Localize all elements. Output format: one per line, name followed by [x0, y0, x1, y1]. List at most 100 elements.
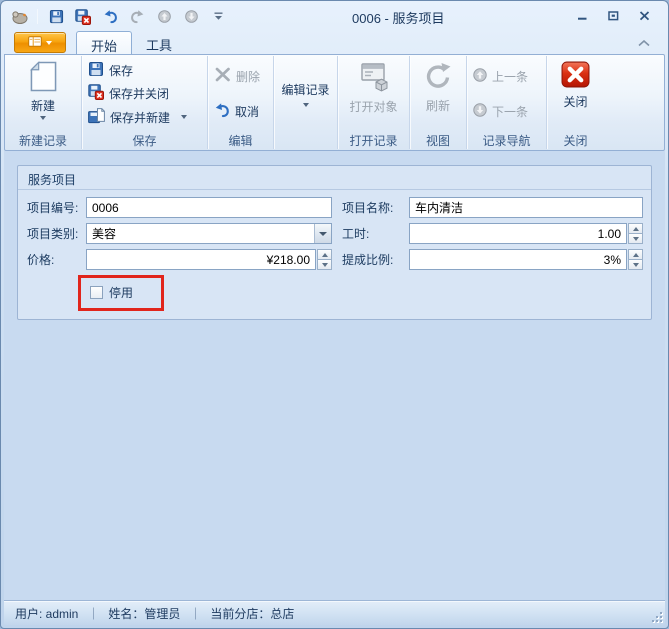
chevron-down-icon — [46, 41, 52, 45]
status-separator: ｜ — [87, 605, 99, 622]
cancel-button[interactable]: 取消 — [209, 101, 272, 122]
toolbar-separator — [37, 9, 38, 24]
status-user: 用户: admin — [15, 605, 78, 622]
service-item-panel: 服务项目 项目编号: 项目名称: 项目类别: — [17, 165, 652, 320]
commission-spinner — [628, 249, 643, 270]
edit-record-button-label: 编辑记录 — [281, 81, 329, 98]
form-area: 服务项目 项目编号: 项目名称: 项目类别: — [4, 151, 665, 600]
redo-icon[interactable] — [128, 8, 146, 26]
ribbon-group-close: 关闭 关闭 — [547, 56, 604, 149]
ribbon: 新建 新建记录 保存 — [4, 54, 665, 151]
hours-label: 工时: — [342, 225, 409, 242]
new-page-icon — [30, 61, 57, 95]
save-button[interactable]: 保存 — [83, 60, 206, 81]
new-button-label: 新建 — [31, 97, 55, 114]
up-circle-icon — [473, 68, 487, 85]
chevron-down-icon — [319, 232, 327, 236]
group-label-view: 视图 — [411, 131, 465, 149]
app-window: 0006 - 服务项目 开始 工具 — [0, 0, 669, 629]
chevron-up-icon — [638, 40, 650, 47]
chevron-down-icon — [40, 116, 46, 120]
next-record-icon[interactable] — [182, 8, 200, 26]
panel-title: 服务项目 — [18, 166, 651, 190]
previous-record-button[interactable]: 上一条 — [468, 67, 545, 86]
close-red-icon — [561, 61, 590, 91]
form-row: 项目类别: 工时: — [26, 223, 643, 244]
save-new-button-label: 保存并新建 — [110, 109, 170, 126]
open-object-button[interactable]: 打开对象 — [339, 57, 408, 131]
close-button[interactable] — [636, 8, 653, 23]
refresh-button[interactable]: 刷新 — [411, 57, 465, 131]
chevron-down-icon — [303, 103, 309, 107]
prev-record-icon[interactable] — [155, 8, 173, 26]
category-input[interactable] — [86, 223, 332, 244]
save-close-icon — [88, 84, 104, 103]
category-combo — [86, 223, 332, 244]
delete-icon — [214, 67, 231, 85]
resize-grip[interactable] — [650, 610, 662, 622]
annotation-highlight: 停用 — [78, 275, 164, 311]
spin-down-button[interactable] — [628, 260, 643, 270]
app-menu-button[interactable] — [14, 32, 66, 53]
save-close-button-label: 保存并关闭 — [109, 85, 169, 102]
tab-home[interactable]: 开始 — [76, 31, 132, 54]
save-button-label: 保存 — [109, 62, 133, 79]
spin-down-button[interactable] — [628, 234, 643, 244]
price-input[interactable] — [86, 249, 316, 270]
hours-input[interactable] — [409, 223, 627, 244]
hours-spinner — [628, 223, 643, 244]
category-dropdown-button[interactable] — [314, 224, 331, 243]
price-label: 价格: — [26, 251, 86, 268]
ribbon-group-view: 刷新 视图 — [410, 56, 467, 149]
chevron-down-icon — [181, 115, 187, 119]
open-object-icon — [357, 61, 391, 96]
new-button[interactable]: 新建 — [6, 57, 80, 131]
group-label-close: 关闭 — [548, 131, 603, 149]
group-label-edit: 编辑 — [209, 131, 272, 149]
spin-up-button[interactable] — [317, 249, 332, 260]
code-input[interactable] — [86, 197, 332, 218]
save-icon — [88, 61, 104, 80]
edit-record-button[interactable]: 编辑记录 — [275, 57, 336, 131]
save-close-icon[interactable] — [74, 8, 92, 26]
name-input[interactable] — [409, 197, 643, 218]
spin-up-button[interactable] — [628, 223, 643, 234]
minimize-button[interactable] — [574, 8, 591, 23]
previous-record-label: 上一条 — [492, 68, 528, 85]
close-form-button-label: 关闭 — [563, 93, 587, 110]
open-object-button-label: 打开对象 — [349, 98, 397, 115]
inactive-row: 停用 — [78, 275, 643, 311]
commission-input[interactable] — [409, 249, 627, 270]
status-branch: 当前分店：总店 — [210, 605, 294, 622]
undo-icon[interactable] — [101, 8, 119, 26]
quick-access-toolbar — [10, 8, 227, 26]
qat-customize-icon[interactable] — [209, 8, 227, 26]
tab-tools[interactable]: 工具 — [132, 31, 186, 54]
price-spinner — [317, 249, 332, 270]
inactive-checkbox-label: 停用 — [109, 284, 133, 301]
inactive-checkbox[interactable] — [90, 286, 103, 299]
close-form-button[interactable]: 关闭 — [548, 57, 603, 131]
title-bar: 0006 - 服务项目 — [4, 1, 665, 30]
code-label: 项目编号: — [26, 199, 86, 216]
ribbon-group-open-record: 打开对象 打开记录 — [338, 56, 410, 149]
delete-button-label: 删除 — [236, 68, 260, 85]
status-name: 姓名：管理员 — [108, 605, 180, 622]
down-circle-icon — [473, 103, 487, 120]
undo-icon — [214, 102, 230, 121]
save-icon[interactable] — [47, 8, 65, 26]
next-record-button[interactable]: 下一条 — [468, 102, 545, 121]
app-logo-icon — [10, 8, 28, 26]
cancel-button-label: 取消 — [235, 103, 259, 120]
delete-button[interactable]: 删除 — [209, 66, 272, 86]
spin-up-button[interactable] — [628, 249, 643, 260]
collapse-ribbon-button[interactable] — [637, 37, 651, 49]
save-new-button[interactable]: 保存并新建 — [83, 107, 206, 128]
restore-button[interactable] — [605, 8, 622, 23]
form-row: 价格: 提成比例: — [26, 249, 643, 270]
list-icon — [28, 36, 42, 50]
save-new-icon — [88, 108, 105, 127]
spin-down-button[interactable] — [317, 260, 332, 270]
group-label-new-record: 新建记录 — [6, 131, 80, 149]
save-close-button[interactable]: 保存并关闭 — [83, 83, 206, 104]
